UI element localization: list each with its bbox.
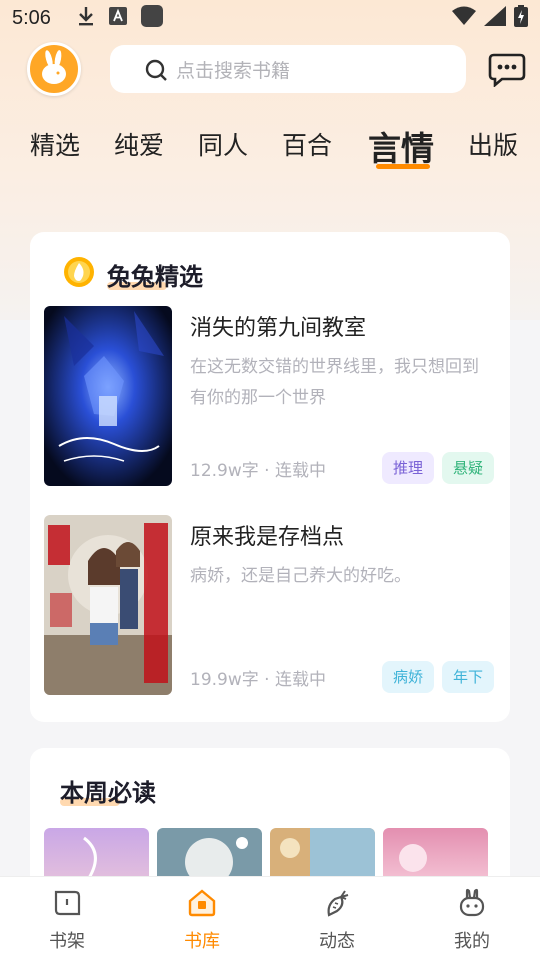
featured-section: 兔兔精选 消失的第九间教室 在这无数交错的世界线里，我只想回到有你的那一个世界 … bbox=[30, 232, 510, 722]
nav-library[interactable]: 书库 bbox=[152, 877, 252, 960]
tab-gl[interactable]: 百合 bbox=[282, 126, 332, 162]
tab-fanfic[interactable]: 同人 bbox=[198, 126, 248, 162]
search-icon bbox=[144, 58, 168, 87]
active-tab-indicator bbox=[376, 164, 430, 169]
nav-feed[interactable]: 动态 bbox=[287, 877, 387, 960]
bookshelf-icon bbox=[51, 887, 83, 919]
book-item[interactable]: 原来我是存档点 病娇，还是自己养大的好吃。 19.9w字 · 连载中 病娇 年下 bbox=[44, 515, 496, 695]
category-tabs: 精选 纯爱 同人 百合 言情 出版 bbox=[0, 120, 540, 174]
weekly-title: 本周必读 bbox=[60, 779, 156, 807]
library-icon bbox=[186, 887, 218, 919]
app-icon bbox=[140, 4, 163, 32]
nav-bookshelf[interactable]: 书架 bbox=[17, 877, 117, 960]
nav-label: 我的 bbox=[454, 931, 490, 952]
nav-label: 书库 bbox=[184, 931, 220, 952]
search-box[interactable]: 点击搜索书籍 bbox=[110, 45, 466, 93]
avatar[interactable] bbox=[27, 42, 81, 96]
message-icon[interactable] bbox=[488, 53, 526, 88]
nav-label: 书架 bbox=[49, 931, 85, 952]
book-meta: 19.9w字 · 连载中 bbox=[190, 670, 326, 690]
carrot-icon bbox=[321, 887, 353, 919]
book-cover[interactable] bbox=[44, 306, 172, 486]
book-description: 在这无数交错的世界线里，我只想回到有你的那一个世界 bbox=[190, 357, 479, 408]
book-meta: 12.9w字 · 连载中 bbox=[190, 461, 326, 481]
tag-younger[interactable]: 年下 bbox=[442, 661, 495, 693]
nav-label: 动态 bbox=[319, 931, 355, 952]
bunny-icon bbox=[456, 887, 488, 919]
book-cover[interactable] bbox=[44, 515, 172, 695]
tag-mystery[interactable]: 推理 bbox=[382, 452, 435, 484]
bottom-navigation: 书架 书库 动态 我的 bbox=[0, 876, 540, 960]
nav-profile[interactable]: 我的 bbox=[422, 877, 522, 960]
book-title: 消失的第九间教室 bbox=[190, 316, 367, 341]
signal-icon bbox=[484, 5, 506, 31]
tab-featured[interactable]: 精选 bbox=[30, 126, 80, 162]
tab-published[interactable]: 出版 bbox=[468, 126, 518, 162]
book-item[interactable]: 消失的第九间教室 在这无数交错的世界线里，我只想回到有你的那一个世界 12.9w… bbox=[44, 306, 496, 486]
featured-title: 兔兔精选 bbox=[107, 263, 203, 291]
bunny-logo-icon bbox=[42, 50, 66, 84]
search-placeholder: 点击搜索书籍 bbox=[176, 59, 291, 82]
status-bar: 5:06 bbox=[0, 0, 540, 36]
fire-icon bbox=[63, 256, 95, 292]
app-header: 点击搜索书籍 bbox=[0, 42, 540, 100]
tab-romance[interactable]: 言情 bbox=[368, 122, 434, 170]
book-title: 原来我是存档点 bbox=[190, 525, 345, 550]
tab-bl[interactable]: 纯爱 bbox=[114, 126, 164, 162]
battery-icon bbox=[514, 4, 528, 32]
wifi-icon bbox=[452, 6, 476, 31]
tag-suspense[interactable]: 悬疑 bbox=[442, 452, 495, 484]
download-icon bbox=[77, 6, 95, 31]
status-time: 5:06 bbox=[12, 6, 51, 29]
font-icon bbox=[108, 6, 127, 30]
book-description: 病娇，还是自己养大的好吃。 bbox=[190, 566, 411, 586]
tag-yandere[interactable]: 病娇 bbox=[382, 661, 435, 693]
